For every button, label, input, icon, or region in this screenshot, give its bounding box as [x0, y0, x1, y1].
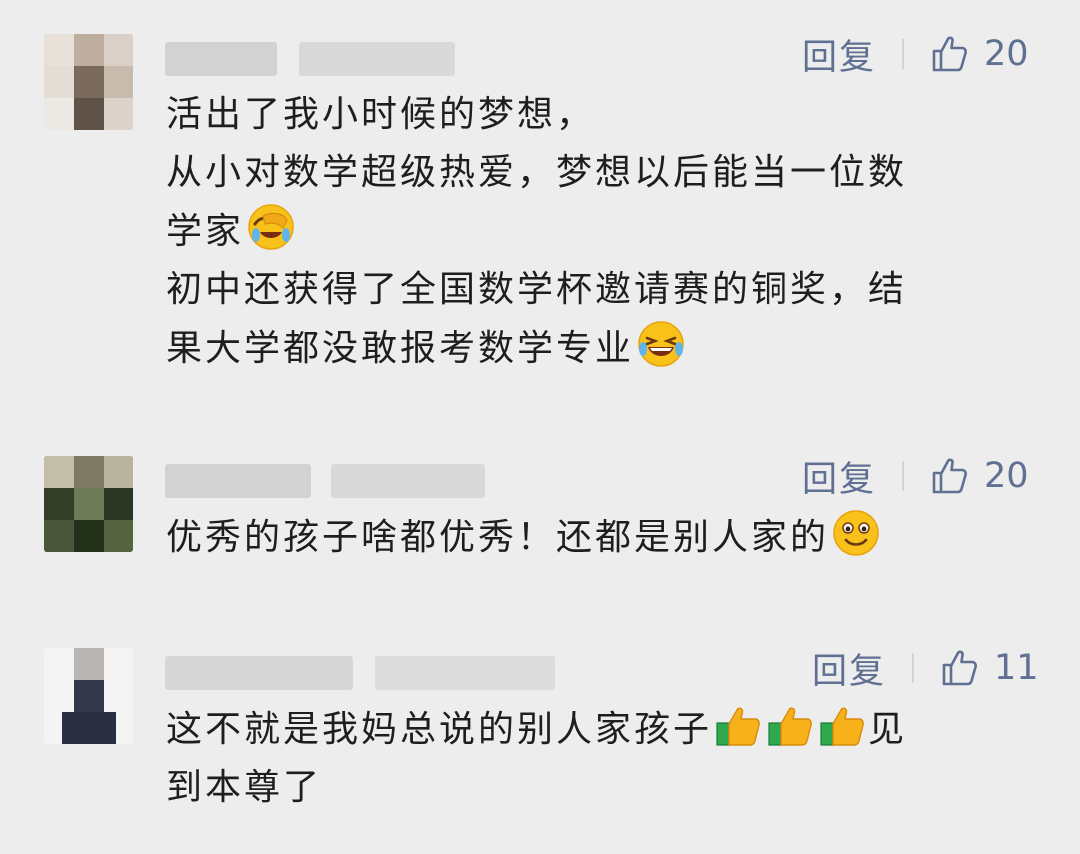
comment-text: 这不就是我妈总说的别人家孩子 见 到本尊了 [166, 700, 1026, 817]
comment-actions: 回复 20 [802, 34, 1029, 78]
thumbs-up-emoji-icon [714, 700, 764, 750]
comment-line: 到本尊了 [166, 767, 323, 808]
comment-line: 见 [868, 709, 908, 750]
comment-line: 从小对数学超级热爱，梦想以后能当一位数 [166, 152, 908, 193]
reply-button[interactable]: 回复 [812, 643, 886, 694]
like-count: 11 [994, 648, 1039, 688]
thumbs-up-emoji-icon [766, 700, 816, 750]
avatar[interactable] [44, 456, 133, 552]
action-divider [902, 39, 905, 69]
avatar[interactable] [44, 648, 133, 744]
action-divider [912, 653, 915, 683]
comment-text: 活出了我小时候的梦想， 从小对数学超级热爱，梦想以后能当一位数 学家 初中还获得… [166, 86, 1026, 378]
comment-line: 优秀的孩子啥都优秀！还都是别人家的 [166, 517, 830, 558]
comment-actions: 回复 11 [812, 648, 1039, 692]
thumbs-up-icon [932, 36, 968, 72]
like-count: 20 [984, 34, 1029, 74]
thumbs-up-icon [942, 650, 978, 686]
smile-emoji-icon [831, 508, 881, 558]
avatar[interactable] [44, 34, 133, 130]
comment-actions: 回复 20 [802, 456, 1029, 500]
thumbs-up-emoji-icon [818, 700, 868, 750]
like-button[interactable]: 20 [930, 456, 1029, 496]
reply-button[interactable]: 回复 [802, 29, 876, 80]
comment-line: 活出了我小时候的梦想， [166, 94, 596, 135]
laugh-tears-emoji-icon [636, 319, 686, 369]
like-button[interactable]: 11 [940, 648, 1039, 688]
comment-line: 初中还获得了全国数学杯邀请赛的铜奖，结 [166, 269, 908, 310]
comment-line: 果大学都没敢报考数学专业 [166, 328, 635, 369]
reply-button[interactable]: 回复 [802, 451, 876, 502]
comment-line: 学家 [166, 211, 245, 252]
thumbs-up-icon [932, 458, 968, 494]
comment-line: 这不就是我妈总说的别人家孩子 [166, 709, 713, 750]
comment-text: 优秀的孩子啥都优秀！还都是别人家的 [166, 508, 1026, 567]
like-button[interactable]: 20 [930, 34, 1029, 74]
facepalm-laugh-emoji-icon [246, 202, 296, 252]
like-count: 20 [984, 456, 1029, 496]
action-divider [902, 461, 905, 491]
